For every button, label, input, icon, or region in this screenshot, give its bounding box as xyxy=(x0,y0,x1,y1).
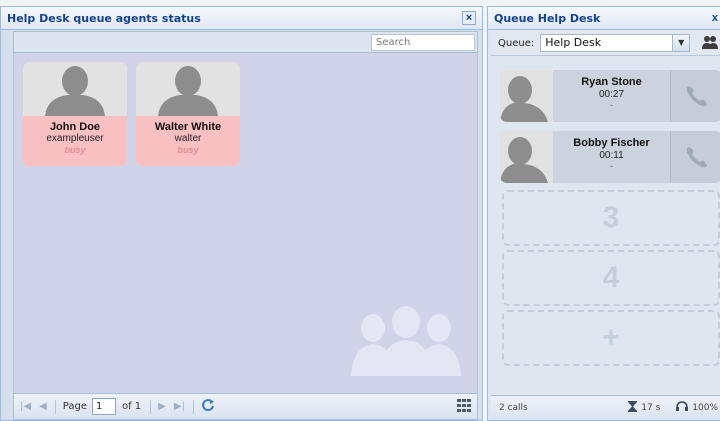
call-duration: 00:27 xyxy=(598,89,625,100)
agent-name: Walter White xyxy=(154,121,222,133)
page-label: Page xyxy=(62,401,87,412)
page-total: of 1 xyxy=(121,401,142,412)
agents-icon[interactable] xyxy=(702,35,719,52)
grid-icon[interactable] xyxy=(457,398,471,415)
queue-panel-title: Queue Help Desk xyxy=(494,11,601,25)
agents-area: John Doe exampleuser busy Walter White w… xyxy=(13,53,478,393)
agent-info: John Doe exampleuser busy xyxy=(23,116,127,166)
agents-panel-header: Help Desk queue agents status × xyxy=(1,7,482,30)
call-info: Ryan Stone 00:27 - xyxy=(553,70,670,122)
agent-status: busy xyxy=(177,145,199,155)
add-slot[interactable]: + xyxy=(502,310,720,366)
agent-username: exampleuser xyxy=(46,133,104,144)
close-icon[interactable]: × xyxy=(462,11,476,25)
prev-page-icon[interactable]: ◀ xyxy=(39,401,47,412)
queue-selector-bar: Queue: Help Desk ▼ xyxy=(491,31,720,56)
agent-status: busy xyxy=(64,145,86,155)
pagination-bar: |◀ ◀ Page of 1 ▶ ▶| xyxy=(13,393,478,420)
user-silhouette-icon xyxy=(23,62,127,116)
call-extra: - xyxy=(610,100,613,110)
divider xyxy=(150,399,152,414)
queue-panel-header: Queue Help Desk x xyxy=(488,7,720,30)
queue-select[interactable]: Help Desk ▼ xyxy=(540,34,691,52)
agents-status-panel: Help Desk queue agents status × John Doe… xyxy=(0,6,483,421)
divider xyxy=(54,399,56,414)
queue-panel: Queue Help Desk x Queue: Help Desk ▼ Rya… xyxy=(487,6,720,421)
status-stats: 17 s 100% xyxy=(628,401,718,415)
agents-panel-title: Help Desk queue agents status xyxy=(7,11,201,25)
group-icon xyxy=(351,306,461,379)
agent-info: Walter White walter busy xyxy=(136,116,240,166)
caller-name: Ryan Stone xyxy=(581,76,642,88)
close-icon[interactable]: x xyxy=(712,12,718,24)
page-number-input[interactable] xyxy=(91,398,116,415)
load-percent: 100% xyxy=(692,403,718,413)
queue-select-value: Help Desk xyxy=(545,36,602,49)
last-page-icon[interactable]: ▶| xyxy=(174,401,185,412)
phone-icon[interactable] xyxy=(670,70,720,122)
empty-slot: 3 xyxy=(502,190,720,246)
empty-slot: 4 xyxy=(502,250,720,306)
next-page-icon[interactable]: ▶ xyxy=(158,401,166,412)
chevron-down-icon[interactable]: ▼ xyxy=(672,35,690,51)
call-info: Bobby Fischer 00:11 - xyxy=(553,131,670,183)
first-page-icon[interactable]: |◀ xyxy=(20,401,31,412)
queue-label: Queue: xyxy=(498,37,535,49)
agents-toolbar xyxy=(13,31,478,53)
caller-name: Bobby Fischer xyxy=(573,137,650,149)
refresh-icon[interactable] xyxy=(201,398,215,415)
call-extra: - xyxy=(610,161,613,171)
phone-icon[interactable] xyxy=(670,131,720,183)
hourglass-icon xyxy=(628,401,638,415)
user-silhouette-icon xyxy=(136,62,240,116)
queue-status-bar: 2 calls 17 s 100% xyxy=(491,395,720,420)
call-card[interactable]: Bobby Fischer 00:11 - xyxy=(500,131,720,183)
call-duration: 00:11 xyxy=(599,150,624,161)
calls-area: Ryan Stone 00:27 - Bobby Fischer 00:11 -… xyxy=(491,57,720,395)
user-silhouette-icon xyxy=(500,70,553,122)
calls-count: 2 calls xyxy=(499,403,528,413)
user-silhouette-icon xyxy=(500,131,553,183)
wait-time: 17 s xyxy=(641,403,661,413)
headset-icon xyxy=(676,401,689,415)
call-card[interactable]: Ryan Stone 00:27 - xyxy=(500,70,720,122)
agent-name: John Doe xyxy=(49,121,101,133)
divider xyxy=(192,399,194,414)
agent-username: walter xyxy=(174,133,202,144)
agent-card[interactable]: John Doe exampleuser busy xyxy=(23,62,127,166)
agent-card[interactable]: Walter White walter busy xyxy=(136,62,240,166)
search-input[interactable] xyxy=(371,34,475,51)
